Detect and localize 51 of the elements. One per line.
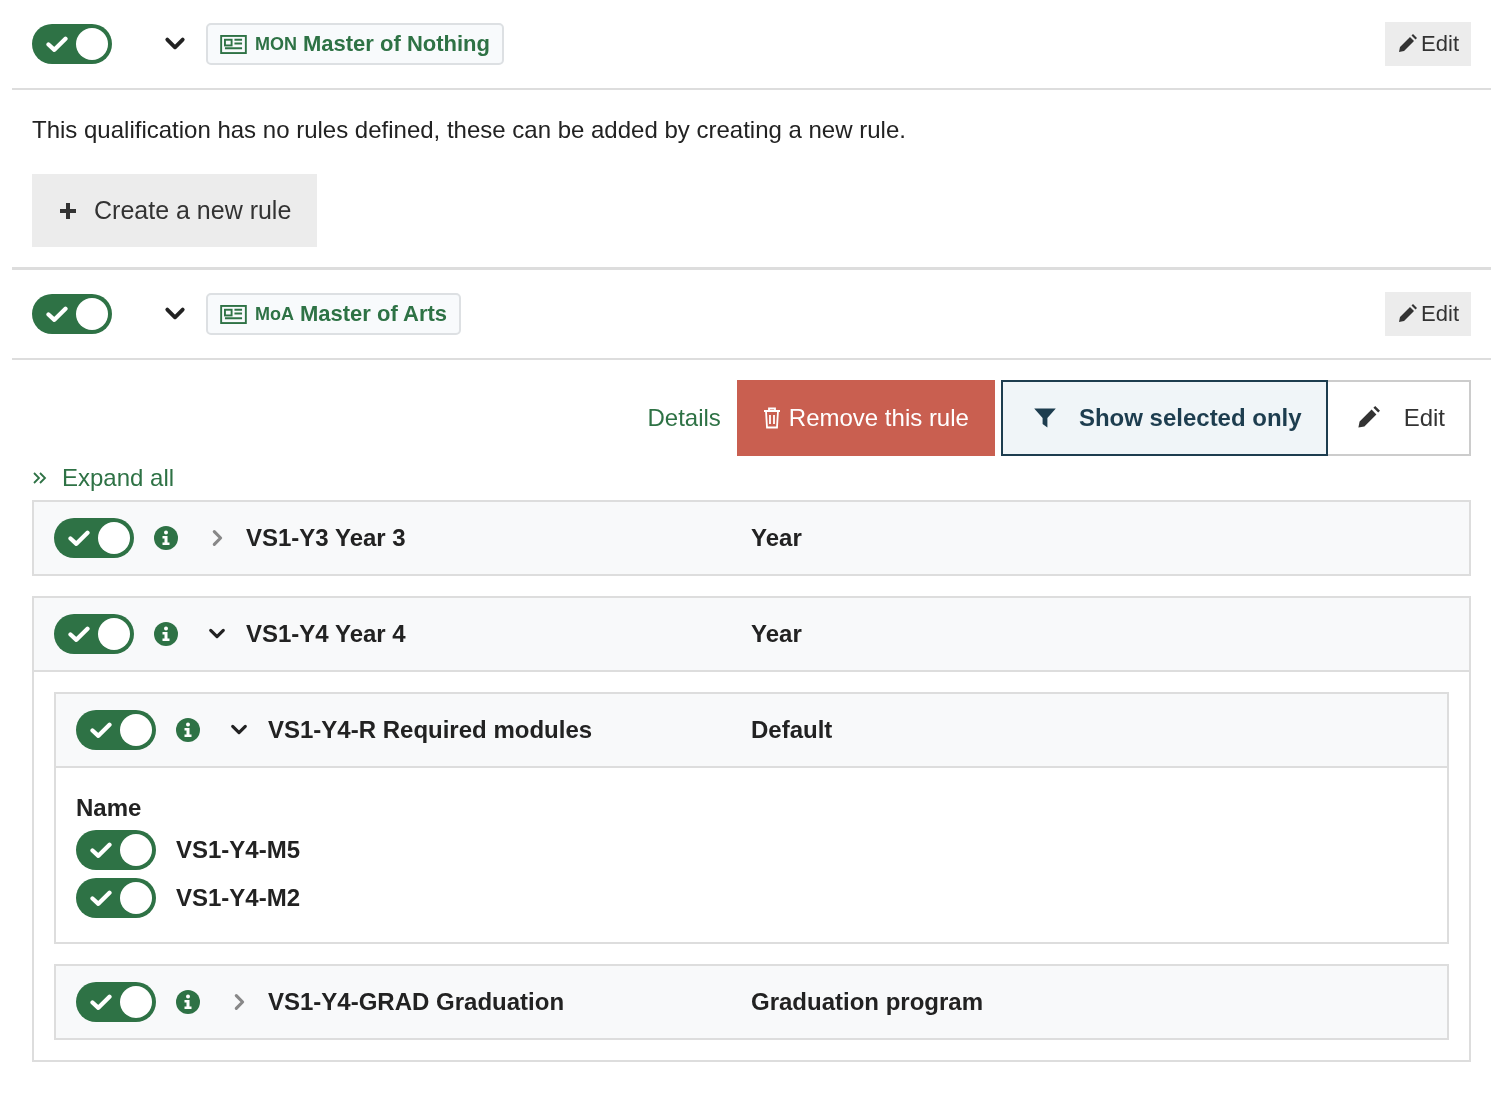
show-selected-button[interactable]: Show selected only bbox=[1000, 380, 1328, 456]
info-icon[interactable] bbox=[154, 622, 178, 646]
remove-rule-button[interactable]: Remove this rule bbox=[736, 380, 995, 456]
check-icon bbox=[46, 36, 68, 53]
expand-all-link[interactable]: Expand all bbox=[32, 464, 175, 492]
pencil-icon bbox=[1397, 304, 1418, 324]
qualification-link[interactable]: MoA Master of Arts bbox=[206, 293, 462, 335]
create-rule-button[interactable]: Create a new rule bbox=[32, 174, 318, 247]
info-icon[interactable] bbox=[154, 526, 178, 550]
rule-title[interactable]: VS1-Y4-GRAD Graduation bbox=[268, 988, 751, 1016]
rule-type: Graduation program bbox=[751, 988, 984, 1016]
details-link[interactable]: Details bbox=[647, 404, 721, 432]
pencil-icon bbox=[1397, 34, 1418, 54]
newspaper-icon bbox=[220, 34, 247, 54]
rule-title[interactable]: VS1-Y4 Year 4 bbox=[246, 620, 751, 648]
check-icon bbox=[68, 626, 90, 643]
check-icon bbox=[90, 994, 112, 1011]
toggle-switch[interactable] bbox=[54, 614, 134, 654]
toggle-switch[interactable] bbox=[54, 518, 134, 558]
module-name: VS1-Y4-M5 bbox=[176, 836, 301, 864]
toggle-switch[interactable] bbox=[76, 710, 156, 750]
module-name: VS1-Y4-M2 bbox=[176, 884, 301, 912]
toggle-switch[interactable] bbox=[76, 982, 156, 1022]
empty-message: This qualification has no rules defined, these can be added by creating a new rule. bbox=[32, 116, 907, 144]
check-icon bbox=[68, 530, 90, 547]
toggle-switch[interactable] bbox=[32, 24, 112, 64]
check-icon bbox=[90, 890, 112, 907]
double-chevron-icon bbox=[32, 470, 48, 486]
rule-type: Year bbox=[751, 620, 802, 648]
info-icon[interactable] bbox=[176, 718, 200, 742]
check-icon bbox=[90, 842, 112, 859]
filter-icon bbox=[1032, 406, 1057, 430]
rule-title[interactable]: VS1-Y4-R Required modules bbox=[268, 716, 751, 744]
toggle-switch[interactable] bbox=[32, 294, 112, 334]
qualification-link[interactable]: MON Master of Nothing bbox=[206, 23, 504, 65]
rule-type: Default bbox=[751, 716, 833, 744]
plus-icon bbox=[58, 200, 78, 221]
pencil-icon bbox=[1355, 406, 1380, 430]
edit-button[interactable]: Edit bbox=[1385, 22, 1471, 66]
newspaper-icon bbox=[220, 304, 247, 324]
info-icon[interactable] bbox=[176, 990, 200, 1014]
rule-title[interactable]: VS1-Y3 Year 3 bbox=[246, 524, 751, 552]
column-heading: Name bbox=[76, 794, 143, 822]
trash-icon bbox=[762, 407, 781, 429]
check-icon bbox=[90, 722, 112, 739]
rule-type: Year bbox=[751, 524, 802, 552]
check-icon bbox=[46, 306, 68, 323]
toggle-switch[interactable] bbox=[76, 830, 156, 870]
toggle-switch[interactable] bbox=[76, 878, 156, 918]
edit-button[interactable]: Edit bbox=[1385, 292, 1471, 336]
edit-button[interactable]: Edit bbox=[1327, 380, 1471, 456]
